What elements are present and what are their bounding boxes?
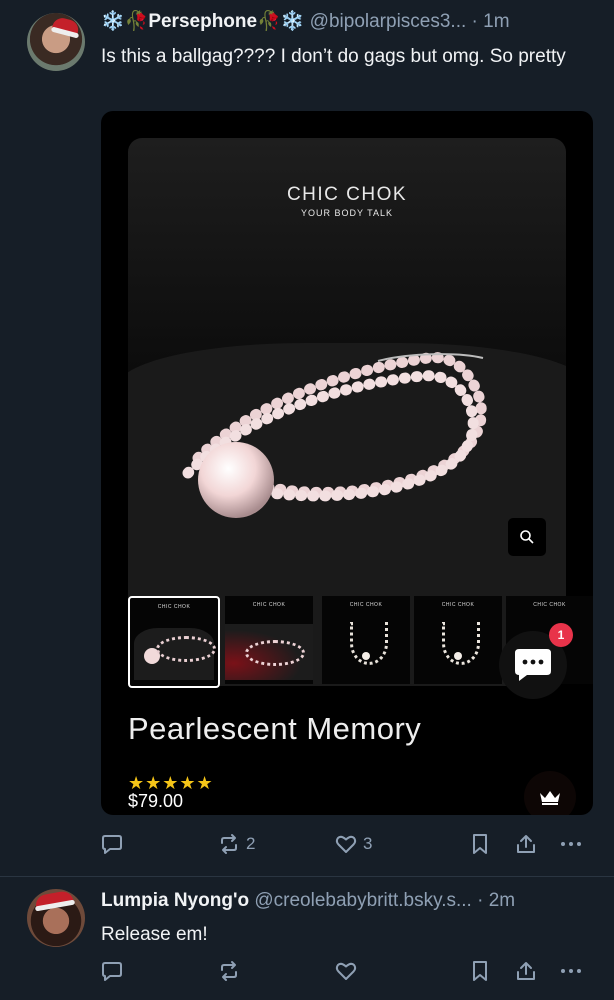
repost-icon [221,834,237,854]
handle[interactable]: @bipolarpisces3... [310,11,467,32]
repost-button[interactable]: 2 [218,829,255,859]
thumbnail-2[interactable]: CHIC CHOK [225,596,313,684]
handle[interactable]: @creolebabybritt.bsky.s... [254,890,471,911]
repost-icon [221,961,237,981]
reply-icon [102,962,122,981]
post-actions [101,956,591,986]
zoom-button[interactable] [508,518,546,556]
crown-icon [540,791,560,805]
avatar[interactable] [27,13,85,71]
star-rating: ★★★★★ [128,773,214,793]
reply-button[interactable] [101,956,123,986]
more-button[interactable] [559,956,583,986]
chat-icon [515,649,551,681]
share-icon [517,835,535,853]
reply-icon [102,835,122,854]
post-text: Is this a ballgag???? I don’t do gags bu… [101,46,566,67]
bookmark-button[interactable] [470,956,490,986]
repost-button[interactable] [218,956,240,986]
thumbnail-3[interactable]: CHIC CHOK [322,596,410,684]
more-icon [561,969,581,973]
timestamp[interactable]: · 2m [477,890,515,911]
heart-icon [335,835,357,853]
bookmark-icon [473,961,487,981]
post-text: Release em! [101,924,208,945]
like-button[interactable] [335,956,357,986]
bookmark-icon [473,834,487,854]
more-button[interactable] [559,829,583,859]
share-button[interactable] [515,956,537,986]
crown-button[interactable] [524,771,576,815]
share-button[interactable] [515,829,537,859]
like-count: 3 [363,834,373,853]
product-title: Pearlescent Memory [128,711,422,746]
avatar[interactable] [27,889,85,947]
post-2[interactable]: Lumpia Nyong'o @creolebabybritt.bsky.s..… [0,877,614,1000]
thumbnail-1[interactable]: CHIC CHOK [128,596,220,688]
heart-icon [335,962,357,980]
post-actions: 2 3 [101,829,591,859]
thumbnail-4[interactable]: CHIC CHOK [414,596,502,684]
display-name[interactable]: Lumpia Nyong'o [101,890,249,911]
search-icon [520,530,534,544]
repost-count: 2 [246,834,256,853]
post-header: Lumpia Nyong'o @creolebabybritt.bsky.s..… [101,889,515,913]
like-button[interactable]: 3 [335,829,372,859]
display-name[interactable]: ❄️🥀Persephone🥀❄️ [101,11,304,32]
timestamp[interactable]: · 1m [472,11,510,32]
image-embed[interactable]: CHIC CHOK YOUR BODY TALK CHIC CHOK CHIC … [101,111,593,815]
chat-badge: 1 [549,623,573,647]
share-icon [517,962,535,980]
reply-button[interactable] [101,829,129,859]
more-icon [561,842,581,846]
post-header: ❄️🥀Persephone🥀❄️ @bipolarpisces3... · 1m [101,10,510,34]
product-price: $79.00 [128,791,184,811]
bookmark-button[interactable] [470,829,490,859]
post-1[interactable]: ❄️🥀Persephone🥀❄️ @bipolarpisces3... · 1m… [0,0,614,876]
